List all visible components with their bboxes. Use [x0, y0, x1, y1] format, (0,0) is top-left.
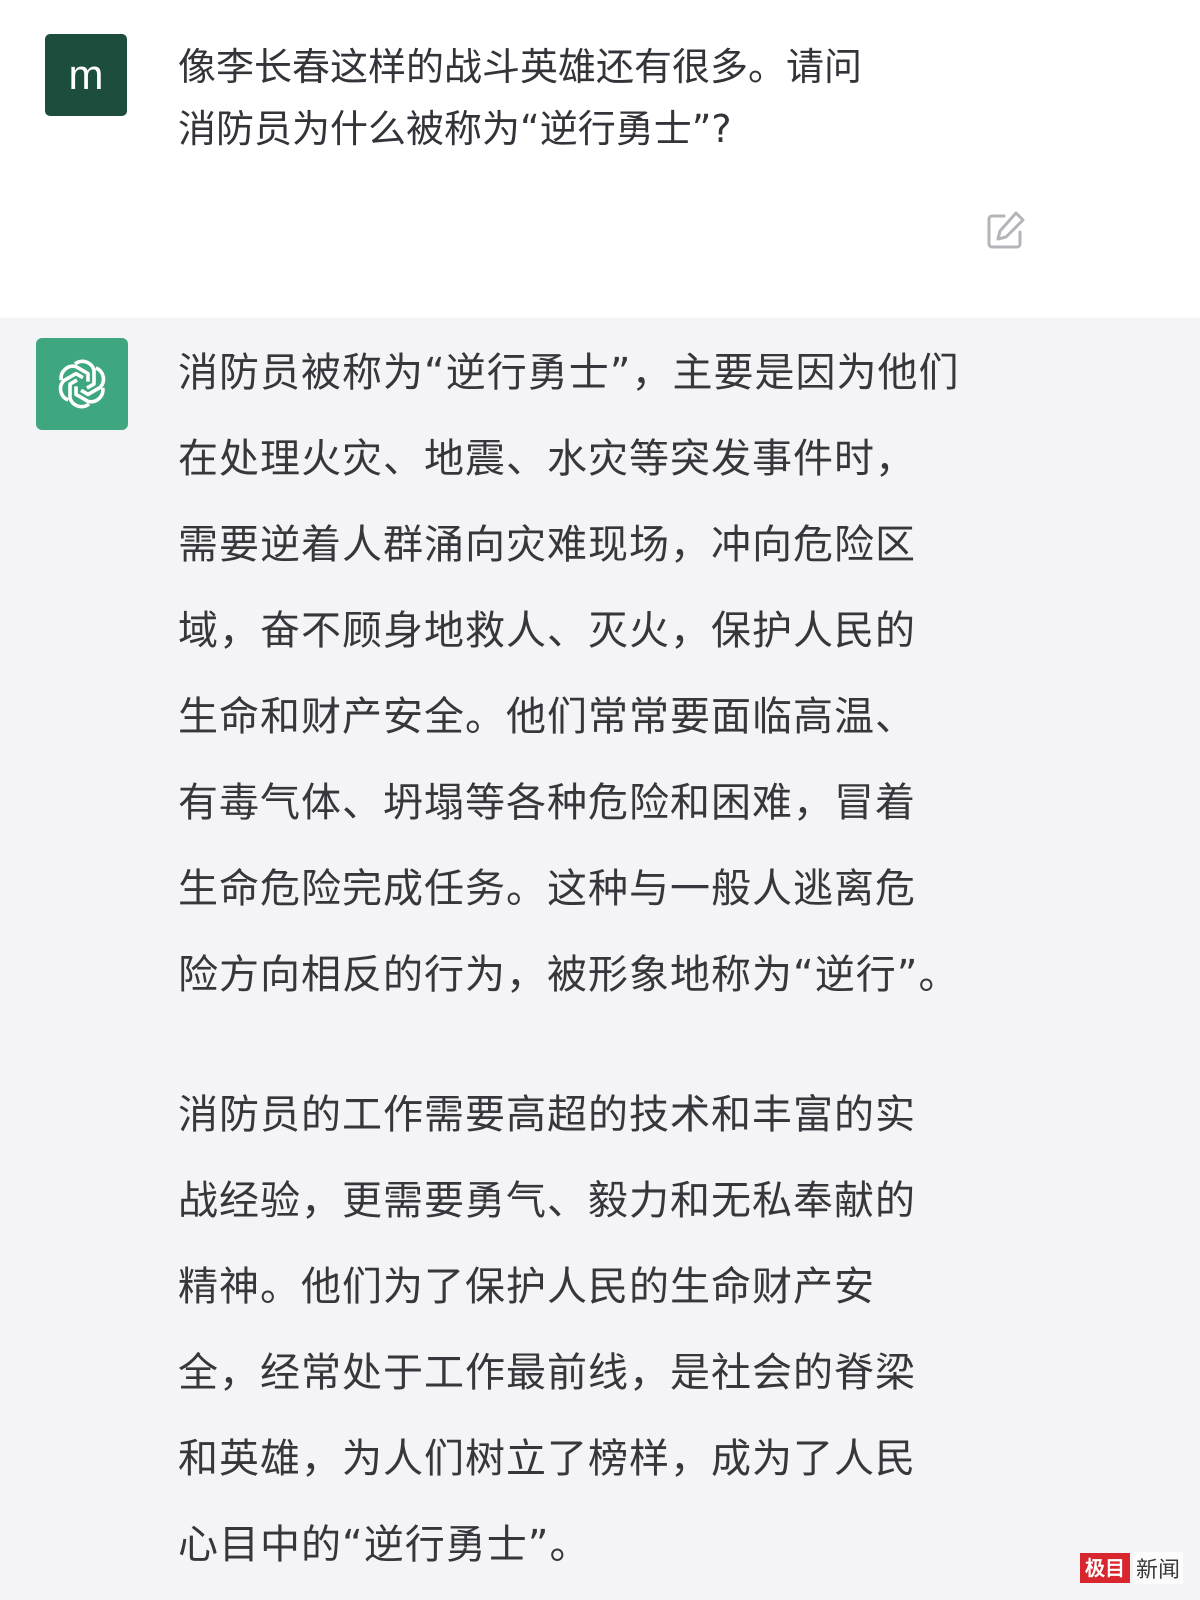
paragraph-line: 全，经常处于工作最前线，是社会的脊梁: [178, 1350, 916, 1396]
paragraph-line: 战经验，更需要勇气、毅力和无私奉献的: [178, 1178, 916, 1224]
paragraph-line: 险方向相反的行为，被形象地称为“逆行”。: [178, 952, 960, 998]
paragraph-line: 有毒气体、坍塌等各种危险和困难，冒着: [178, 780, 916, 826]
paragraph-line: 精神。他们为了保护人民的生命财产安: [178, 1264, 875, 1310]
edit-icon: [987, 211, 1025, 249]
user-message-line: 像李长春这样的战斗英雄还有很多。请问: [178, 45, 863, 89]
assistant-paragraph-1: 消防员被称为“逆行勇士”，主要是因为他们 在处理火灾、地震、水灾等突发事件时， …: [178, 330, 1158, 1018]
assistant-avatar: [36, 338, 128, 430]
paragraph-line: 生命和财产安全。他们常常要面临高温、: [178, 694, 916, 740]
chat-page: m 像李长春这样的战斗英雄还有很多。请问 消防员为什么被称为“逆行勇士”? 消防…: [0, 0, 1200, 1600]
watermark-badge: 极目: [1080, 1553, 1130, 1583]
user-message-line: 消防员为什么被称为“逆行勇士”?: [178, 107, 732, 151]
user-message-text: 像李长春这样的战斗英雄还有很多。请问 消防员为什么被称为“逆行勇士”?: [178, 36, 1058, 160]
assistant-message: 消防员被称为“逆行勇士”，主要是因为他们 在处理火灾、地震、水灾等突发事件时， …: [0, 318, 1200, 1600]
paragraph-line: 和英雄，为人们树立了榜样，成为了人民: [178, 1436, 916, 1482]
watermark: 极目 新闻: [1080, 1550, 1184, 1586]
user-message: m 像李长春这样的战斗英雄还有很多。请问 消防员为什么被称为“逆行勇士”?: [0, 0, 1200, 318]
paragraph-line: 域，奋不顾身地救人、灭火，保护人民的: [178, 608, 916, 654]
paragraph-line: 需要逆着人群涌向灾难现场，冲向危险区: [178, 522, 916, 568]
openai-logo-icon: [58, 359, 106, 409]
user-avatar: m: [45, 34, 127, 116]
paragraph-line: 消防员的工作需要高超的技术和丰富的实: [178, 1092, 916, 1138]
edit-message-button[interactable]: [982, 208, 1028, 254]
paragraph-line: 在处理火灾、地震、水灾等突发事件时，: [178, 436, 916, 482]
watermark-text: 新闻: [1133, 1552, 1184, 1584]
paragraph-line: 生命危险完成任务。这种与一般人逃离危: [178, 866, 916, 912]
paragraph-line: 消防员被称为“逆行勇士”，主要是因为他们: [178, 350, 960, 396]
assistant-paragraph-2: 消防员的工作需要高超的技术和丰富的实 战经验，更需要勇气、毅力和无私奉献的 精神…: [178, 1072, 1158, 1588]
paragraph-line: 心目中的“逆行勇士”。: [178, 1522, 591, 1568]
